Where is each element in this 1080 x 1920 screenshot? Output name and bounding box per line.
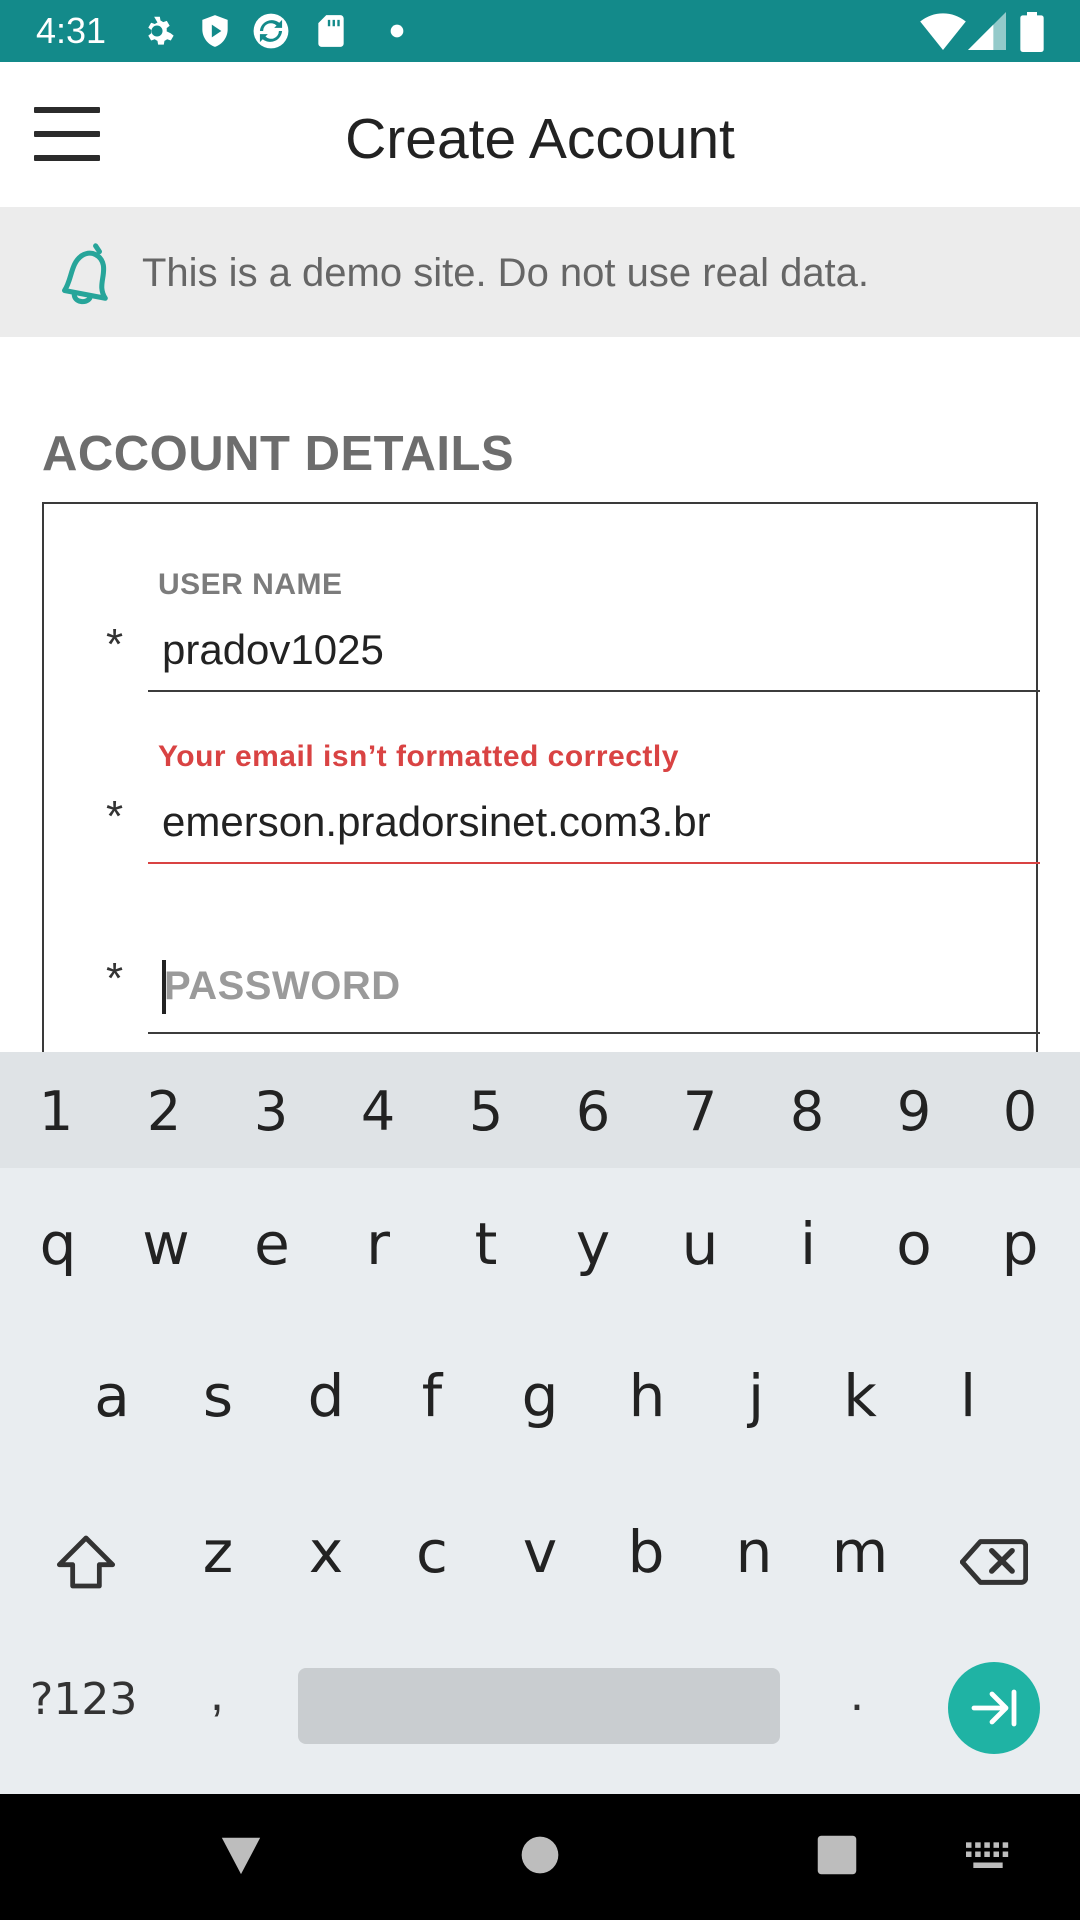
required-mark: * bbox=[106, 954, 124, 1003]
demo-banner: This is a demo site. Do not use real dat… bbox=[0, 207, 1080, 337]
key-q[interactable]: q bbox=[36, 1210, 80, 1278]
username-underline bbox=[148, 690, 1040, 692]
key-8[interactable]: 8 bbox=[787, 1080, 827, 1143]
key-r[interactable]: r bbox=[358, 1210, 398, 1278]
wifi-icon bbox=[920, 13, 966, 50]
required-mark: * bbox=[106, 792, 124, 841]
system-nav-bar bbox=[0, 1794, 1080, 1920]
keyboard-number-row: 1 2 3 4 5 6 7 8 9 0 bbox=[0, 1052, 1080, 1168]
key-t[interactable]: t bbox=[466, 1210, 506, 1278]
key-4[interactable]: 4 bbox=[358, 1080, 398, 1143]
email-error-message: Your email isn’t formatted correctly bbox=[158, 740, 679, 773]
key-p[interactable]: p bbox=[998, 1210, 1042, 1278]
key-0[interactable]: 0 bbox=[1000, 1080, 1040, 1143]
keyboard-icon[interactable] bbox=[966, 1842, 1010, 1872]
key-2[interactable]: 2 bbox=[144, 1080, 184, 1143]
key-x[interactable]: x bbox=[304, 1518, 348, 1586]
next-field-icon bbox=[971, 1689, 1017, 1727]
sync-icon bbox=[253, 13, 289, 49]
sd-card-icon bbox=[318, 15, 344, 47]
status-time: 4:31 bbox=[36, 10, 107, 51]
key-y[interactable]: y bbox=[571, 1210, 615, 1278]
key-f[interactable]: f bbox=[412, 1362, 452, 1430]
symbols-key[interactable]: ?123 bbox=[30, 1674, 137, 1725]
settings-icon bbox=[148, 16, 174, 45]
key-j[interactable]: j bbox=[738, 1362, 774, 1430]
key-s[interactable]: s bbox=[196, 1362, 240, 1430]
key-a[interactable]: a bbox=[90, 1362, 134, 1430]
key-z[interactable]: z bbox=[196, 1518, 240, 1586]
app-bar: Create Account bbox=[0, 62, 1080, 207]
email-field[interactable]: Your email isn’t formatted correctly * e… bbox=[106, 738, 1040, 864]
shield-icon bbox=[202, 15, 228, 47]
bell-icon bbox=[62, 243, 108, 305]
email-input[interactable]: emerson.pradorsinet.com3.br bbox=[162, 798, 711, 846]
password-field[interactable]: * PASSWORD bbox=[106, 900, 1040, 1034]
battery-icon bbox=[1020, 12, 1044, 52]
username-input[interactable]: pradov1025 bbox=[162, 626, 384, 674]
key-1[interactable]: 1 bbox=[36, 1080, 76, 1143]
recents-icon[interactable] bbox=[816, 1832, 858, 1878]
key-w[interactable]: w bbox=[140, 1210, 192, 1278]
key-n[interactable]: n bbox=[732, 1518, 776, 1586]
key-o[interactable]: o bbox=[892, 1210, 936, 1278]
key-9[interactable]: 9 bbox=[894, 1080, 934, 1143]
account-details-form: USER NAME * pradov1025 Your email isn’t … bbox=[42, 502, 1040, 1062]
cell-signal-icon bbox=[968, 12, 1006, 50]
key-k[interactable]: k bbox=[838, 1362, 882, 1430]
home-icon[interactable] bbox=[520, 1832, 560, 1878]
key-7[interactable]: 7 bbox=[680, 1080, 720, 1143]
key-i[interactable]: i bbox=[788, 1210, 828, 1278]
key-h[interactable]: h bbox=[625, 1362, 669, 1430]
key-m[interactable]: m bbox=[828, 1518, 892, 1586]
comma-key[interactable]: , bbox=[210, 1664, 224, 1722]
required-mark: * bbox=[106, 620, 124, 669]
key-d[interactable]: d bbox=[304, 1362, 348, 1430]
email-underline bbox=[148, 862, 1040, 864]
page-title: Create Account bbox=[345, 107, 735, 171]
username-field[interactable]: USER NAME * pradov1025 bbox=[106, 568, 1040, 692]
key-b[interactable]: b bbox=[624, 1518, 668, 1586]
banner-text: This is a demo site. Do not use real dat… bbox=[142, 251, 870, 295]
soft-keyboard: 1 2 3 4 5 6 7 8 9 0 q w e r t y u i o p … bbox=[0, 1052, 1080, 1794]
key-5[interactable]: 5 bbox=[466, 1080, 506, 1143]
key-e[interactable]: e bbox=[250, 1210, 294, 1278]
password-input[interactable]: PASSWORD bbox=[164, 964, 401, 1009]
key-l[interactable]: l bbox=[950, 1362, 986, 1430]
password-underline bbox=[148, 1032, 1040, 1034]
section-title: ACCOUNT DETAILS bbox=[42, 427, 515, 481]
status-bar: 4:31 bbox=[0, 0, 1080, 62]
key-3[interactable]: 3 bbox=[251, 1080, 291, 1143]
key-g[interactable]: g bbox=[518, 1362, 562, 1430]
key-u[interactable]: u bbox=[678, 1210, 722, 1278]
key-v[interactable]: v bbox=[518, 1518, 562, 1586]
backspace-icon[interactable] bbox=[960, 1537, 1028, 1587]
key-6[interactable]: 6 bbox=[573, 1080, 613, 1143]
period-key[interactable]: . bbox=[850, 1664, 864, 1722]
username-label: USER NAME bbox=[158, 568, 343, 601]
shift-icon[interactable] bbox=[54, 1530, 118, 1594]
next-field-button[interactable] bbox=[948, 1662, 1040, 1754]
space-bar[interactable] bbox=[298, 1668, 780, 1744]
key-c[interactable]: c bbox=[410, 1518, 454, 1586]
dot-icon bbox=[390, 24, 404, 38]
back-icon[interactable] bbox=[218, 1832, 264, 1878]
